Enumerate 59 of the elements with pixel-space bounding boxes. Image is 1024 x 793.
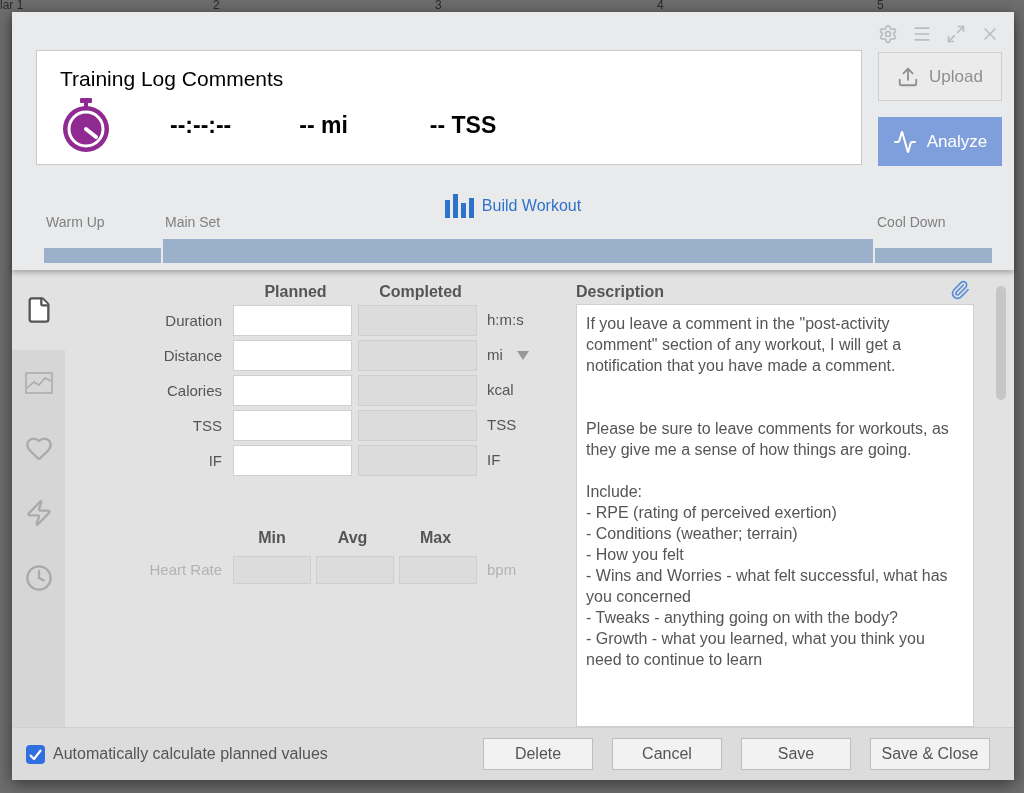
unit-label: IF — [487, 450, 501, 471]
column-header: Min — [258, 529, 286, 546]
footer-button[interactable]: Save — [741, 738, 851, 770]
calendar-column-header: 5 — [877, 0, 884, 12]
lightning-icon[interactable] — [24, 498, 53, 527]
workout-segment[interactable] — [163, 239, 873, 263]
expand-icon[interactable] — [946, 24, 966, 44]
calendar-column-header: 4 — [657, 0, 664, 12]
field-label: Calories — [166, 381, 222, 399]
column-header: Avg — [337, 529, 368, 546]
summary-title: Training Log Comments — [60, 67, 285, 91]
unit-label: h:m:s — [487, 310, 524, 331]
column-header: Planned — [264, 283, 327, 300]
field-label: IF — [208, 451, 222, 469]
build-workout-link[interactable]: Build Workout — [481, 194, 582, 218]
planned-field[interactable] — [233, 305, 352, 336]
description-field[interactable]: If you leave a comment in the "post-activity comment" section of any workout, I will get a notification that you have made a comment. Please be sure to leave comments for workouts, as they give me a sense of how things are going. Include: - RPE (rating of perceived exertion) - Conditions (weather; terrain) - How you felt - Wins and Worries - what felt successful, what has you concerned - Tweaks - anything going on with the body? - Growth - what you learned, what you think you need to continue to learn — [576, 304, 974, 727]
bar-chart-icon[interactable] — [444, 194, 474, 218]
planned-field[interactable] — [233, 410, 352, 441]
checkbox-label: Automatically calculate planned values — [53, 744, 328, 764]
clock-icon[interactable] — [24, 563, 53, 592]
calendar-column-header: lar 1 — [0, 0, 24, 12]
footer-button[interactable]: Cancel — [612, 738, 722, 770]
pulse-icon — [892, 129, 917, 154]
tss-value: -- TSS — [429, 110, 497, 140]
sidebar-tab[interactable] — [12, 270, 65, 350]
planned-field[interactable] — [233, 340, 352, 371]
checkbox[interactable] — [26, 744, 45, 764]
stopwatch-icon — [60, 97, 112, 153]
field-label: Distance — [163, 346, 222, 364]
unit-label: TSS — [487, 415, 517, 436]
distance-value: -- mi — [299, 110, 348, 140]
unit-label: mi — [487, 345, 503, 366]
menu-icon[interactable] — [912, 24, 932, 44]
field-label: Duration — [165, 311, 222, 329]
calendar-column-header: 3 — [435, 0, 442, 12]
workout-segment[interactable] — [44, 248, 161, 263]
checkmark-icon — [29, 748, 42, 760]
duration-value: --:--:-- — [170, 110, 232, 140]
paperclip-icon[interactable] — [950, 280, 970, 300]
workout-segment[interactable] — [875, 248, 992, 263]
segment-label: Warm Up — [45, 213, 106, 232]
scrollbar-thumb[interactable] — [996, 286, 1006, 400]
segment-label: Main Set — [164, 213, 222, 232]
dropdown-caret-icon[interactable] — [516, 351, 529, 360]
planned-field[interactable] — [233, 375, 352, 406]
column-header: Completed — [379, 283, 462, 300]
footer-button[interactable]: Delete — [483, 738, 593, 770]
segment-label: Cool Down — [876, 213, 947, 232]
footer-button[interactable]: Save & Close — [870, 738, 990, 770]
planned-field[interactable] — [233, 445, 352, 476]
settings-icon[interactable] — [878, 24, 898, 44]
description-title: Description — [576, 282, 664, 302]
unit-label: kcal — [487, 380, 514, 401]
chart-icon[interactable] — [24, 371, 53, 394]
calendar-column-header: 2 — [213, 0, 220, 12]
upload-icon — [897, 65, 920, 88]
column-header: Max — [419, 529, 452, 546]
field-label: TSS — [192, 416, 222, 434]
